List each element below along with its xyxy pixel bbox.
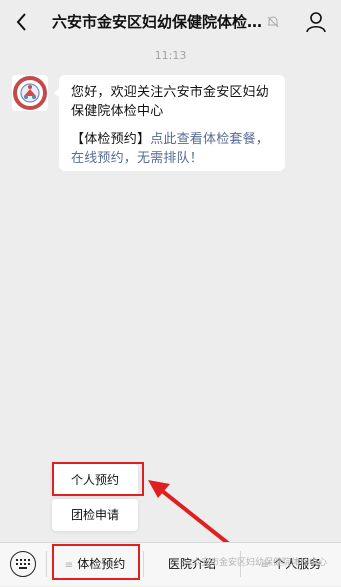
message-timestamp: 11:13: [154, 49, 187, 62]
mute-bell-icon: [267, 16, 279, 28]
submenu-indicator-icon: ≡: [64, 560, 74, 571]
keyboard-toggle-icon[interactable]: [10, 551, 36, 577]
menu-tab-checkup-booking[interactable]: ≡ 体检预约: [47, 543, 143, 586]
hospital-logo-icon: [13, 76, 47, 110]
watermark-text: 六安市金安区妇幼保健院体检中心: [192, 558, 328, 568]
promo-text: 【体检预约】点此查看体检套餐，在线预约，无需排队！: [71, 130, 279, 168]
menu-item-personal-booking[interactable]: 个人预约: [52, 464, 138, 496]
message-bubble: 您好，欢迎关注六安市金安区妇幼保健院体检中心 【体检预约】点此查看体检套餐，在线…: [54, 75, 285, 171]
keyboard-glyph-icon: [16, 559, 30, 569]
chat-header: 六安市金安区妇幼保健院体检…: [0, 0, 341, 46]
profile-icon[interactable]: [306, 11, 326, 33]
greeting-text: 您好，欢迎关注六安市金安区妇幼保健院体检中心: [71, 85, 270, 119]
chat-title: 六安市金安区妇幼保健院体检…: [52, 13, 263, 31]
menu-item-group-application[interactable]: 团检申请: [52, 499, 138, 531]
back-arrow-icon[interactable]: [12, 10, 32, 34]
promo-bracket-label: 【体检预约】: [71, 132, 151, 147]
account-avatar[interactable]: [12, 75, 48, 111]
menu-tab-label: 体检预约: [77, 557, 126, 571]
